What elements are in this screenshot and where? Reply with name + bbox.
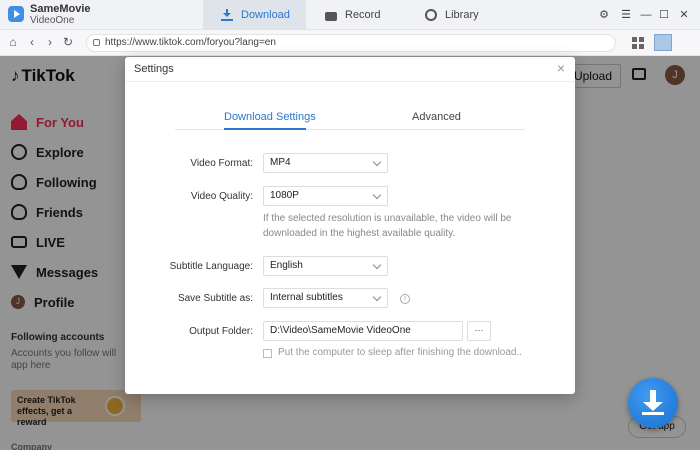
save-subtitle-select[interactable]: Internal subtitles (263, 288, 388, 308)
back-icon[interactable]: ‹ (25, 35, 39, 49)
app-logo-icon (8, 6, 24, 22)
tab-download[interactable]: Download (203, 0, 306, 30)
app-name: SameMovie VideoOne (30, 3, 91, 26)
chevron-down-icon (372, 157, 382, 167)
url-text: https://www.tiktok.com/foryou?lang=en (105, 37, 276, 48)
divider (125, 81, 575, 82)
subtitle-language-select[interactable]: English (263, 256, 388, 276)
output-folder-label: Output Folder: (189, 326, 253, 337)
tab-library[interactable]: Library (425, 0, 479, 30)
video-quality-select[interactable]: 1080P (263, 186, 388, 206)
title-bar: SameMovie VideoOne Download Record Libra… (0, 0, 700, 30)
tab-record-label: Record (345, 9, 381, 21)
sleep-checkbox[interactable] (263, 349, 272, 358)
settings-gear-icon[interactable]: ⚙ (597, 8, 611, 22)
tab-advanced[interactable]: Advanced (412, 111, 461, 123)
browse-folder-button[interactable]: ··· (467, 321, 491, 341)
refresh-icon[interactable]: ↻ (61, 35, 75, 49)
settings-dialog: Settings × Download Settings Advanced Vi… (125, 57, 575, 394)
subtitle-language-value: English (270, 260, 303, 271)
tab-record[interactable]: Record (325, 0, 380, 30)
close-window-icon[interactable]: ✕ (677, 8, 691, 22)
thumbnail-icon[interactable] (654, 34, 672, 51)
download-bar-icon (642, 412, 664, 415)
library-icon (425, 9, 437, 21)
video-format-label: Video Format: (190, 158, 253, 169)
url-bar[interactable]: https://www.tiktok.com/foryou?lang=en (86, 34, 616, 52)
sleep-checkbox-label: Put the computer to sleep after finishin… (278, 347, 523, 358)
quality-hint: If the selected resolution is unavailabl… (263, 213, 512, 239)
forward-icon[interactable]: › (43, 35, 57, 49)
output-folder-input[interactable]: D:\Video\SameMovie VideoOne (263, 321, 463, 341)
maximize-icon[interactable]: ☐ (657, 8, 671, 22)
tab-download-settings[interactable]: Download Settings (224, 111, 316, 123)
subtitle-language-label: Subtitle Language: (169, 261, 253, 272)
info-icon[interactable]: i (400, 294, 410, 304)
browser-bar: ⌂ ‹ › ↻ https://www.tiktok.com/foryou?la… (0, 30, 700, 56)
app-subname: VideoOne (30, 15, 75, 26)
home-icon[interactable]: ⌂ (6, 35, 20, 49)
save-subtitle-label: Save Subtitle as: (177, 293, 253, 304)
chevron-down-icon (372, 260, 382, 270)
video-format-select[interactable]: MP4 (263, 153, 388, 173)
video-format-value: MP4 (270, 157, 291, 168)
grid-icon[interactable] (632, 37, 644, 49)
tab-download-label: Download (241, 9, 290, 21)
save-subtitle-value: Internal subtitles (270, 292, 343, 303)
record-icon (325, 11, 337, 21)
lock-icon (93, 39, 100, 46)
active-tab-indicator (224, 128, 306, 130)
chevron-down-icon (372, 190, 382, 200)
close-icon[interactable]: × (557, 61, 565, 75)
dialog-title: Settings (134, 63, 174, 75)
tab-library-label: Library (445, 9, 479, 21)
download-fab-button[interactable] (628, 378, 678, 428)
download-icon (221, 9, 233, 21)
download-arrow-icon (643, 390, 663, 411)
video-quality-label: Video Quality: (190, 191, 253, 202)
video-quality-value: 1080P (270, 190, 299, 201)
chevron-down-icon (372, 292, 382, 302)
menu-icon[interactable]: ☰ (619, 8, 633, 22)
minimize-icon[interactable]: — (639, 8, 653, 22)
